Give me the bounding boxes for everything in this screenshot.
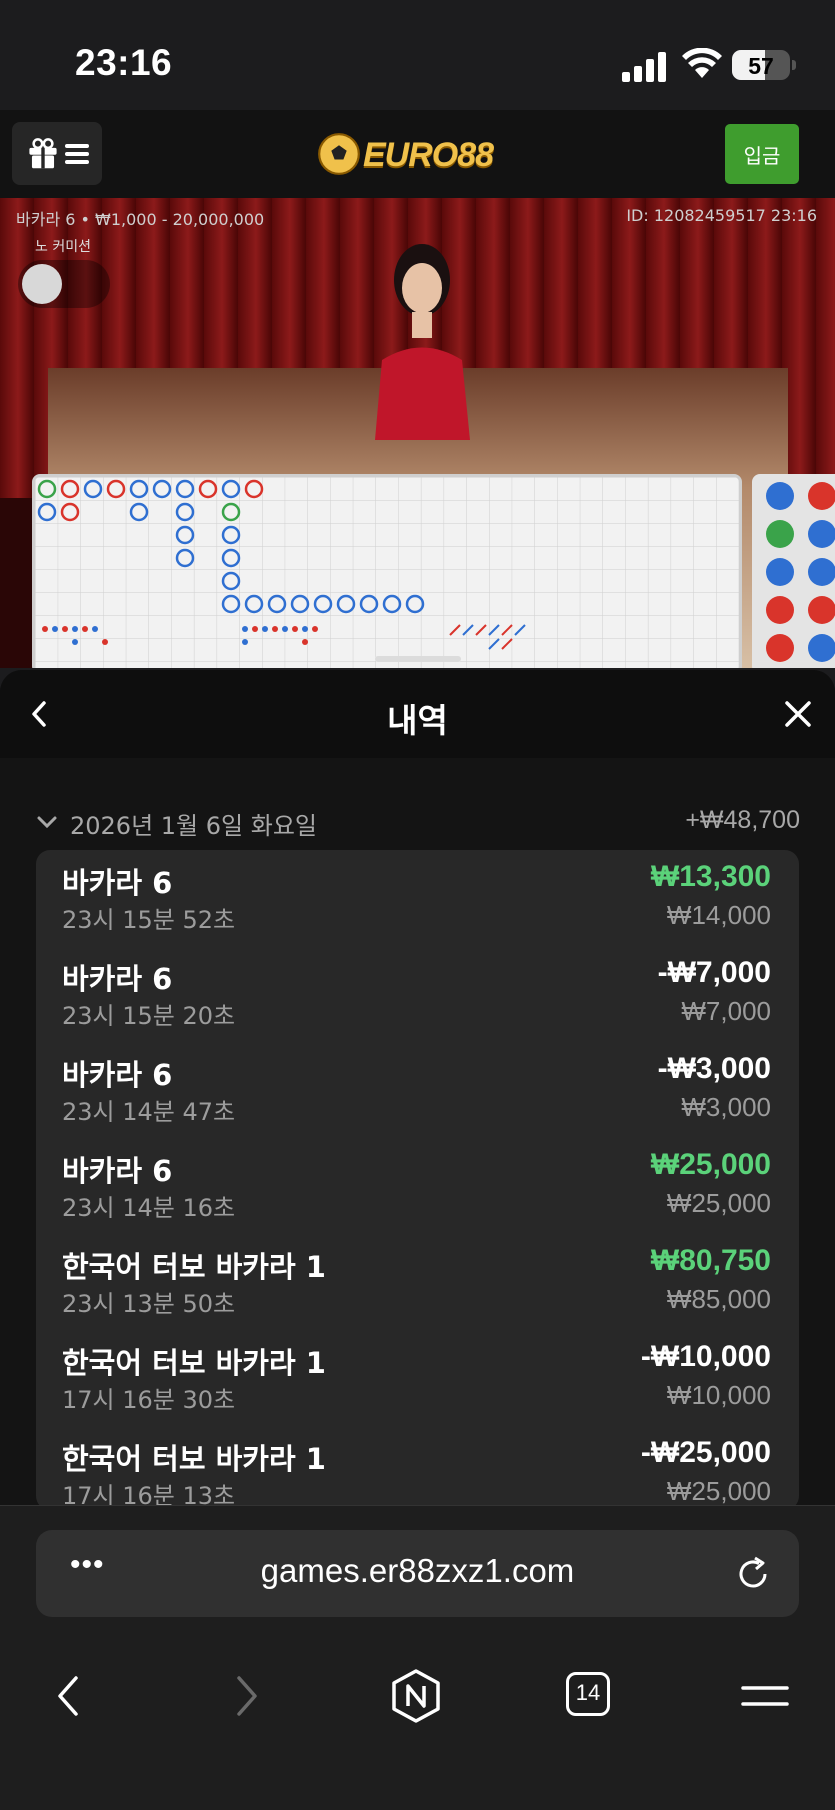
url-text: games.er88zxz1.com (260, 1552, 575, 1589)
back-icon[interactable] (40, 1666, 100, 1726)
history-item-result: -₩7,000 (657, 956, 771, 989)
deposit-button[interactable]: 입금 (725, 124, 799, 184)
history-item-stake: ₩25,000 (666, 1476, 771, 1505)
bead-plate-icons (766, 482, 835, 662)
history-item-stake: ₩7,000 (681, 996, 771, 1026)
forward-icon[interactable] (215, 1666, 275, 1726)
history-item-time: 23시 13분 50초 (62, 1290, 236, 1318)
sheet-drag-handle[interactable] (375, 656, 461, 662)
sheet-header: 내역 (0, 670, 835, 758)
roadmap-grid (35, 477, 739, 668)
gift-icon (29, 138, 57, 169)
history-item-result: -₩25,000 (640, 1436, 771, 1469)
history-item-name: 바카라 6 (62, 962, 173, 996)
close-icon[interactable] (780, 696, 816, 732)
history-item-stake: ₩10,000 (666, 1380, 771, 1410)
history-item[interactable]: 바카라 6 23시 15분 20초 -₩7,000 ₩7,000 (36, 946, 799, 1042)
sheet-title: 내역 (387, 701, 448, 740)
history-item-stake: ₩3,000 (681, 1092, 771, 1122)
tabs-button[interactable]: 14 (562, 1666, 622, 1726)
battery-icon: 57 (732, 50, 790, 80)
day-date: 2026년 1월 6일 화요일 (70, 812, 317, 840)
history-item-time: 17시 16분 30초 (62, 1386, 236, 1414)
chevron-down-icon (37, 816, 57, 829)
status-bar: 23:16 57 (0, 0, 835, 110)
soccer-ball-icon (318, 133, 360, 175)
history-item-name: 바카라 6 (62, 866, 173, 900)
dealer-figure (375, 244, 470, 440)
history-item-time: 23시 14분 16초 (62, 1194, 236, 1222)
game-round-id: ID: 12082459517 23:16 (626, 206, 817, 225)
history-item-name: 한국어 터보 바카라 1 (62, 1250, 326, 1284)
menu-icon[interactable] (735, 1666, 795, 1726)
day-total: +₩48,700 (685, 806, 800, 834)
history-item-result: ₩13,300 (650, 860, 771, 893)
address-bar[interactable]: ••• games.er88zxz1.com (36, 1530, 799, 1617)
history-item-time: 23시 15분 52초 (62, 906, 236, 934)
browser-toolbar: ••• games.er88zxz1.com 14 (0, 1505, 835, 1810)
cellular-signal-icon (622, 52, 666, 82)
history-item-stake: ₩85,000 (666, 1284, 771, 1314)
toggle-knob (22, 264, 62, 304)
live-game-view: 바카라 6 • ₩1,000 - 20,000,000 ID: 12082459… (0, 198, 835, 668)
history-item-name: 바카라 6 (62, 1154, 173, 1188)
no-commission-label: 노 커미션 (35, 239, 91, 255)
history-item-name: 바카라 6 (62, 1058, 173, 1092)
history-item-result: -₩3,000 (657, 1052, 771, 1085)
battery-cap (792, 60, 796, 70)
history-item[interactable]: 바카라 6 23시 15분 52초 ₩13,300 ₩14,000 (36, 850, 799, 946)
history-item-name: 한국어 터보 바카라 1 (62, 1346, 326, 1380)
tab-count: 14 (575, 1680, 601, 1705)
naver-home-icon[interactable] (386, 1666, 446, 1726)
table-info: 바카라 6 • ₩1,000 - 20,000,000 (16, 210, 265, 229)
logo-text: EURO88 (363, 136, 494, 174)
history-item-time: 23시 14분 47초 (62, 1098, 236, 1126)
history-item-stake: ₩25,000 (666, 1188, 771, 1218)
battery-percent: 57 (748, 53, 774, 79)
history-item-result: ₩25,000 (650, 1148, 771, 1181)
gift-menu-button[interactable] (12, 122, 102, 185)
site-header: EURO88 입금 (0, 110, 835, 199)
history-item-result: ₩80,750 (650, 1244, 771, 1277)
wifi-icon (682, 48, 722, 78)
browser-nav-bar: 14 (0, 1656, 835, 1736)
history-item-time: 23시 15분 20초 (62, 1002, 236, 1030)
status-time: 23:16 (75, 42, 173, 83)
history-item-time: 17시 16분 13초 (62, 1482, 236, 1505)
hamburger-icon (65, 144, 89, 164)
day-group-header[interactable]: 2026년 1월 6일 화요일 +₩48,700 (36, 806, 800, 842)
reload-icon[interactable] (733, 1554, 773, 1594)
history-item[interactable]: 바카라 6 23시 14분 47초 -₩3,000 ₩3,000 (36, 1042, 799, 1138)
no-commission-toggle[interactable] (18, 260, 110, 308)
history-item-name: 한국어 터보 바카라 1 (62, 1442, 326, 1476)
bead-plate (752, 474, 835, 668)
scoreboard-roadmap[interactable] (32, 474, 742, 668)
site-logo[interactable]: EURO88 (315, 124, 515, 184)
history-list: 바카라 6 23시 15분 52초 ₩13,300 ₩14,000 바카라 6 23시 1… (36, 850, 799, 1505)
history-item[interactable]: 한국어 터보 바카라 1 23시 13분 50초 ₩80,750 ₩85,000 (36, 1234, 799, 1330)
history-item[interactable]: 바카라 6 23시 14분 16초 ₩25,000 ₩25,000 (36, 1138, 799, 1234)
history-item-result: -₩10,000 (640, 1340, 771, 1373)
history-item-stake: ₩14,000 (666, 900, 771, 930)
history-item[interactable]: 한국어 터보 바카라 1 17시 16분 30초 -₩10,000 ₩10,000 (36, 1330, 799, 1426)
history-sheet: 내역 2026년 1월 6일 화요일 +₩48,700 바카라 6 23시 15분… (0, 670, 835, 1505)
history-item[interactable]: 한국어 터보 바카라 1 17시 16분 13초 -₩25,000 ₩25,000 (36, 1426, 799, 1505)
